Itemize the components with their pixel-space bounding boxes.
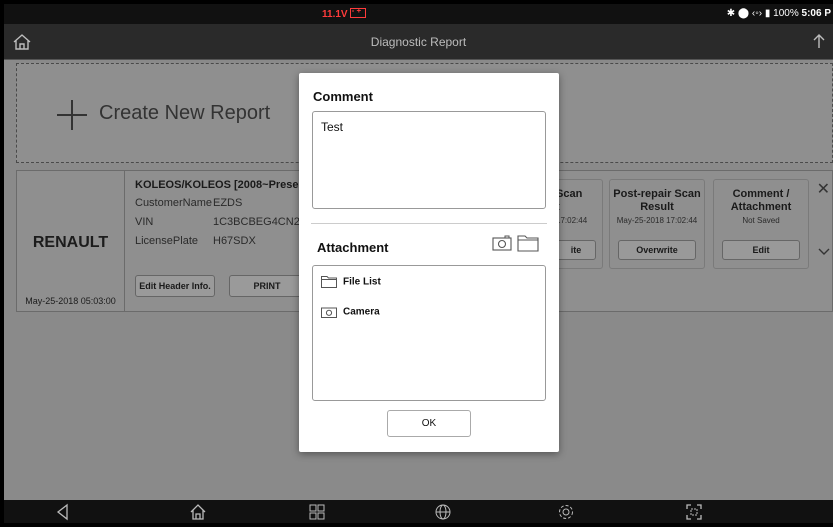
globe-icon[interactable]	[434, 503, 452, 521]
settings-icon[interactable]	[557, 503, 575, 521]
folder-icon	[321, 276, 337, 288]
pre-repair-scan-column: Scant 17:02:44 ite	[553, 179, 603, 269]
vehicle-make: RENAULT	[32, 234, 109, 251]
comment-attachment-column: Comment / Attachment Not Saved Edit	[713, 179, 809, 269]
camera-icon[interactable]	[492, 235, 512, 251]
comment-textarea[interactable]: Test	[312, 111, 546, 209]
divider	[311, 223, 547, 224]
camera-item[interactable]: Camera	[321, 306, 380, 322]
battery-percent: 100%	[773, 8, 799, 19]
camera-icon	[321, 307, 337, 318]
voltage-indicator: 11.1V	[322, 6, 366, 20]
create-new-report-label: Create New Report	[99, 102, 271, 124]
car-battery-icon	[349, 6, 366, 18]
status-bar: 11.1V ✱ ⬤ ‹◦› ▮ 100% 5:06 P	[4, 4, 833, 24]
upload-icon[interactable]	[809, 32, 829, 52]
report-date: May-25-2018 05:03:00	[25, 296, 116, 306]
comment-attachment-dialog: Comment Test Attachment File List Camera…	[299, 73, 559, 452]
ok-button[interactable]: OK	[387, 410, 471, 437]
file-list-item[interactable]: File List	[321, 276, 381, 292]
battery-icon: ▮	[764, 8, 771, 19]
attachment-list: File List Camera	[312, 265, 546, 401]
recent-apps-icon[interactable]	[308, 503, 326, 521]
screenshot-icon[interactable]	[685, 503, 703, 521]
folder-icon[interactable]	[517, 234, 539, 252]
chevron-down-icon[interactable]	[818, 245, 830, 257]
overwrite-button[interactable]: Overwrite	[618, 240, 696, 260]
clock: 5:06 P	[801, 8, 831, 19]
home-nav-icon[interactable]	[189, 503, 207, 521]
print-button[interactable]: PRINT	[229, 275, 305, 297]
page-title: Diagnostic Report	[370, 35, 467, 49]
comment-heading: Comment	[313, 89, 373, 104]
pre-repair-write-button[interactable]: ite	[556, 240, 596, 260]
bluetooth-icon: ✱	[726, 8, 736, 19]
plus-icon	[57, 100, 87, 130]
do-not-disturb-icon: ⬤	[737, 8, 750, 19]
close-icon[interactable]: ✕	[817, 179, 830, 199]
wifi-icon: ‹◦›	[751, 8, 763, 19]
voltage-value: 11.1V	[322, 9, 348, 20]
attachment-heading: Attachment	[317, 240, 389, 255]
title-bar: Diagnostic Report	[4, 24, 833, 60]
system-status: ✱ ⬤ ‹◦› ▮ 100% 5:06 P	[727, 8, 831, 19]
back-icon[interactable]	[54, 503, 72, 521]
app-window: 11.1V ✱ ⬤ ‹◦› ▮ 100% 5:06 P Diagnostic R…	[4, 4, 833, 523]
report-card-summary: RENAULT May-25-2018 05:03:00	[17, 171, 125, 311]
edit-header-button[interactable]: Edit Header Info.	[135, 275, 215, 297]
post-repair-scan-column: Post-repair Scan Result May-25-2018 17:02…	[609, 179, 705, 269]
navigation-bar	[4, 500, 833, 523]
edit-comment-button[interactable]: Edit	[722, 240, 800, 260]
